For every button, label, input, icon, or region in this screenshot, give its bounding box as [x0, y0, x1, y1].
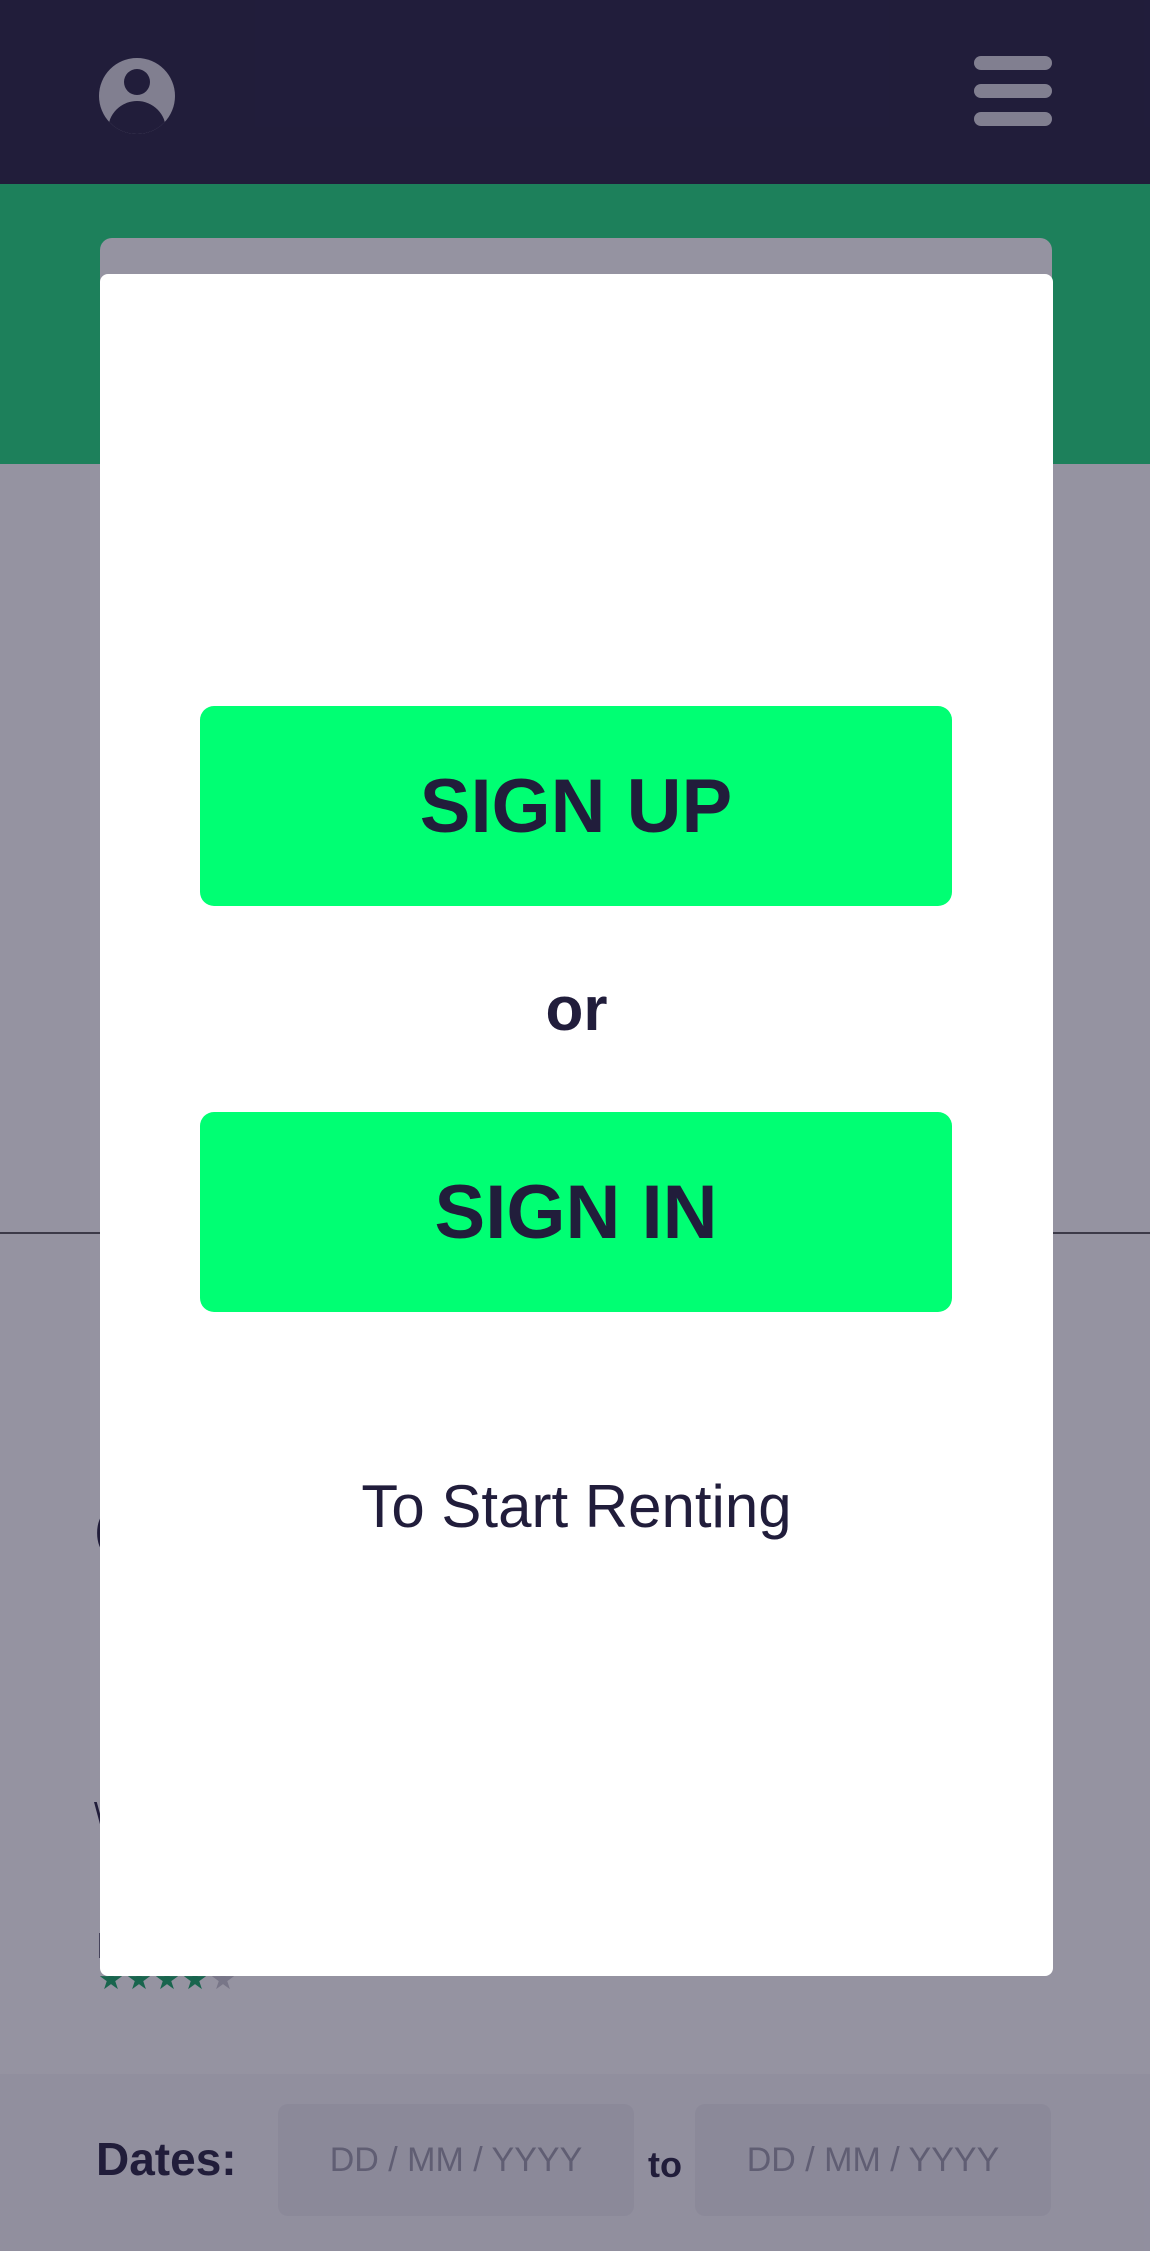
auth-modal: SIGN UP or SIGN IN To Start Renting — [100, 274, 1053, 1976]
sign-in-button[interactable]: SIGN IN — [200, 1112, 952, 1312]
sign-up-button[interactable]: SIGN UP — [200, 706, 952, 906]
or-divider-text: or — [545, 975, 608, 1044]
start-renting-text: To Start Renting — [361, 1473, 792, 1540]
